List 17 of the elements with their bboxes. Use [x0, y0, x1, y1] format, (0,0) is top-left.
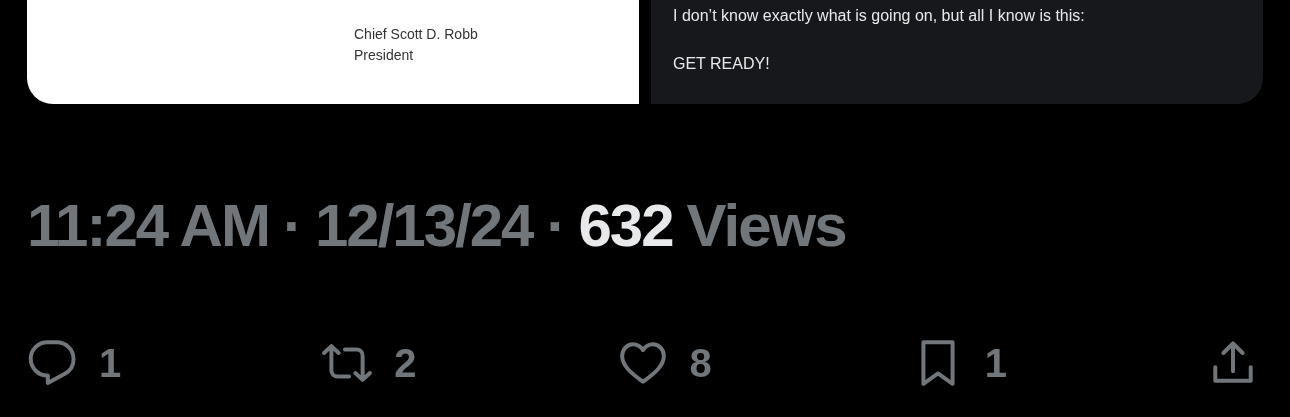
- signature-text: Chief Scott D. Robb: [354, 25, 478, 44]
- timestamp-text: Views: [686, 196, 846, 256]
- signature-text: President: [354, 46, 415, 65]
- timestamp-text: 11:24 AM: [27, 196, 269, 256]
- action-count: 1: [984, 340, 1007, 386]
- timestamp-text: ·: [282, 196, 301, 256]
- action-count: 2: [394, 340, 417, 386]
- reply-icon[interactable]: [27, 338, 77, 388]
- action-count: 8: [689, 340, 712, 386]
- post-text: GET READY!: [673, 54, 771, 74]
- view-count: 632: [578, 196, 673, 256]
- post-text: I don’t know exactly what is going on, but all I know is this:: [673, 6, 1086, 26]
- timestamp-text: ·: [546, 196, 565, 256]
- timestamp-text: 12/13/24: [314, 196, 533, 256]
- post-screenshot-image[interactable]: I don’t know exactly what is going on, but all I know is this: GET READY!: [651, 0, 1263, 104]
- action-count: 1: [99, 340, 122, 386]
- document-image[interactable]: Chief Scott D. Robb President: [27, 0, 639, 104]
